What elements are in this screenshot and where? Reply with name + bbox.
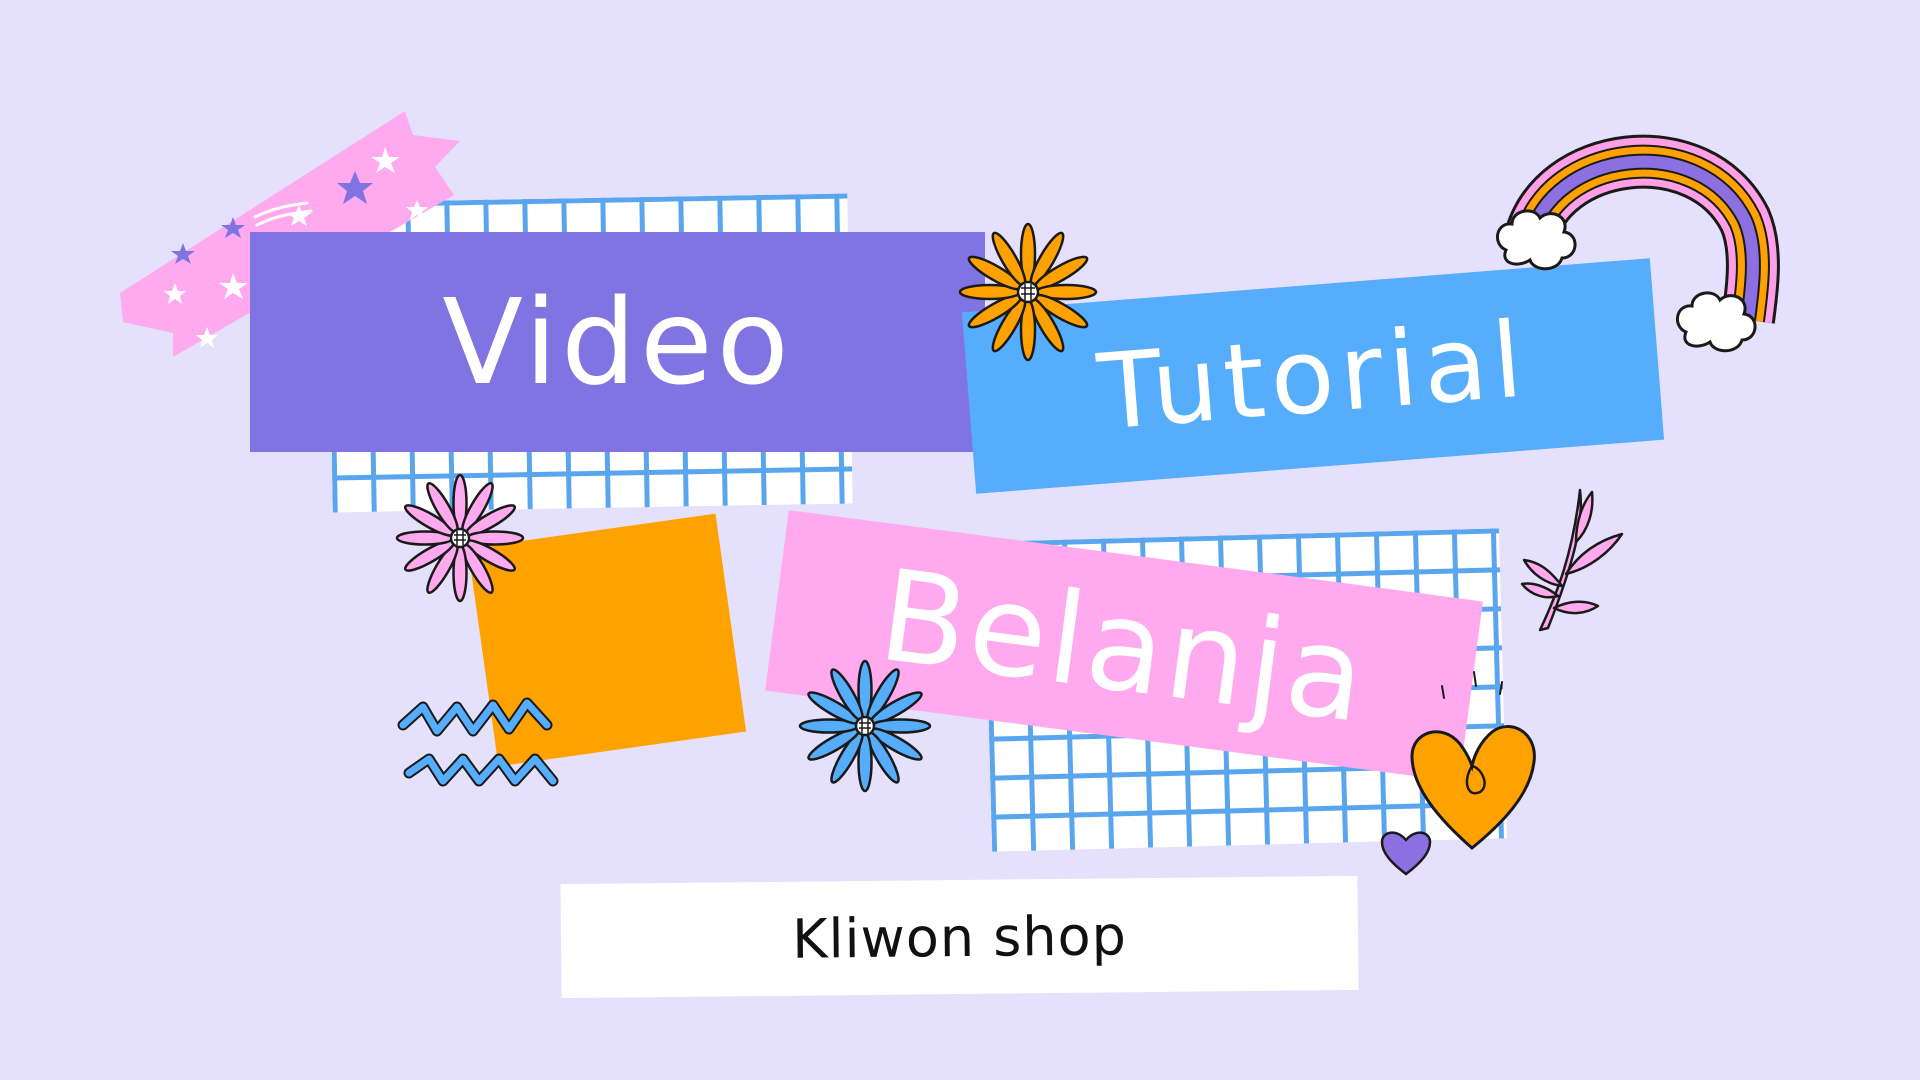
title-word-tutorial: Tutorial (1093, 298, 1533, 454)
shop-name-banner: Kliwon shop (560, 875, 1359, 999)
heart-icon (1380, 831, 1432, 876)
cloud-icon (1676, 291, 1757, 353)
leaf-branch-icon (1520, 488, 1624, 632)
rainbow-icon (1496, 134, 1780, 353)
shop-name: Kliwon shop (791, 903, 1128, 971)
flower-icon (395, 473, 525, 603)
flower-icon (798, 659, 932, 793)
title-word-video: Video (442, 273, 793, 411)
title-word-video-block: Video (250, 232, 985, 452)
flower-icon (958, 222, 1098, 362)
zigzag-icon (397, 697, 559, 787)
